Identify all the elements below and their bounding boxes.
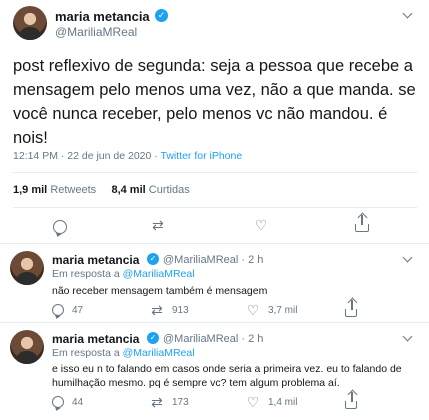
tweet-stats: 1,9 mil Retweets 8,4 mil Curtidas <box>13 184 190 196</box>
reply-button[interactable]: 44 <box>52 396 83 408</box>
verified-icon: ✓ <box>147 253 159 265</box>
chevron-down-icon[interactable] <box>402 8 413 19</box>
retweet-button[interactable]: ⇄ 913 <box>150 303 189 317</box>
share-button[interactable] <box>345 300 357 317</box>
reply-button[interactable]: 47 <box>52 304 83 316</box>
in-reply-to: Em resposta a @MariliaMReal <box>52 268 195 280</box>
verified-icon: ✓ <box>147 332 159 344</box>
likes-stat[interactable]: 8,4 mil Curtidas <box>111 184 189 196</box>
author-name[interactable]: maria metancia <box>55 9 150 24</box>
avatar[interactable] <box>13 6 47 40</box>
in-reply-to: Em resposta a @MariliaMReal <box>52 347 195 359</box>
reply-count: 47 <box>72 304 84 316</box>
reply-icon <box>52 396 64 408</box>
reply-text: não receber mensagem também é mensagem <box>52 285 268 297</box>
like-icon: ♡ <box>254 217 268 233</box>
retweet-icon: ⇄ <box>151 302 163 318</box>
author-handle[interactable]: @MariliaMReal <box>55 25 137 39</box>
reply-author-name[interactable]: maria metancia <box>52 332 139 346</box>
retweet-icon: ⇄ <box>152 217 164 233</box>
like-button[interactable]: ♡ <box>254 218 268 232</box>
retweet-count: 173 <box>172 396 189 408</box>
like-count: 3,7 mil <box>268 304 298 316</box>
in-reply-prefix: Em resposta a <box>52 268 123 280</box>
divider <box>13 207 417 208</box>
chevron-down-icon[interactable] <box>402 252 413 263</box>
in-reply-prefix: Em resposta a <box>52 347 123 359</box>
reply-button[interactable] <box>53 220 67 234</box>
reply-text: e isso eu n to falando em casos onde ser… <box>52 363 402 389</box>
share-icon <box>345 300 357 317</box>
verified-icon: ✓ <box>155 9 168 22</box>
share-button[interactable] <box>355 215 369 232</box>
reply-icon <box>53 220 67 234</box>
tweet-time[interactable]: 12:14 PM · 22 de jun de 2020 · <box>13 150 161 162</box>
reply-icon <box>52 304 64 316</box>
chevron-down-icon[interactable] <box>402 331 413 342</box>
like-button[interactable]: ♡ 3,7 mil <box>246 302 298 318</box>
divider <box>0 322 429 323</box>
divider <box>13 172 417 173</box>
retweet-button[interactable]: ⇄ 173 <box>150 395 189 409</box>
like-icon: ♡ <box>246 302 260 318</box>
avatar[interactable] <box>10 330 44 364</box>
in-reply-handle[interactable]: @MariliaMReal <box>123 268 195 280</box>
avatar[interactable] <box>10 251 44 285</box>
retweets-stat[interactable]: 1,9 mil Retweets <box>13 184 96 196</box>
retweets-count: 1,9 mil <box>13 184 48 196</box>
reply-count: 44 <box>72 396 84 408</box>
retweet-count: 913 <box>172 304 189 316</box>
share-icon <box>355 215 369 232</box>
retweet-button[interactable]: ⇄ <box>151 218 165 232</box>
likes-count: 8,4 mil <box>111 184 146 196</box>
reply-author-handle[interactable]: @MariliaMReal · 2 h <box>163 333 263 345</box>
in-reply-handle[interactable]: @MariliaMReal <box>123 347 195 359</box>
divider <box>0 243 429 244</box>
share-icon <box>345 392 357 409</box>
tweet-timestamp: 12:14 PM · 22 de jun de 2020 · Twitter f… <box>13 150 242 162</box>
share-button[interactable] <box>345 392 357 409</box>
like-button[interactable]: ♡ 1,4 mil <box>246 394 298 410</box>
retweets-label: Retweets <box>50 184 97 196</box>
likes-label: Curtidas <box>148 184 190 196</box>
tweet-text: post reflexivo de segunda: seja a pessoa… <box>13 57 416 147</box>
retweet-icon: ⇄ <box>151 394 163 410</box>
reply-author-handle[interactable]: @MariliaMReal · 2 h <box>163 254 263 266</box>
like-count: 1,4 mil <box>268 396 298 408</box>
tweet-source[interactable]: Twitter for iPhone <box>161 150 243 162</box>
reply-author-name[interactable]: maria metancia <box>52 253 139 267</box>
like-icon: ♡ <box>246 394 260 410</box>
